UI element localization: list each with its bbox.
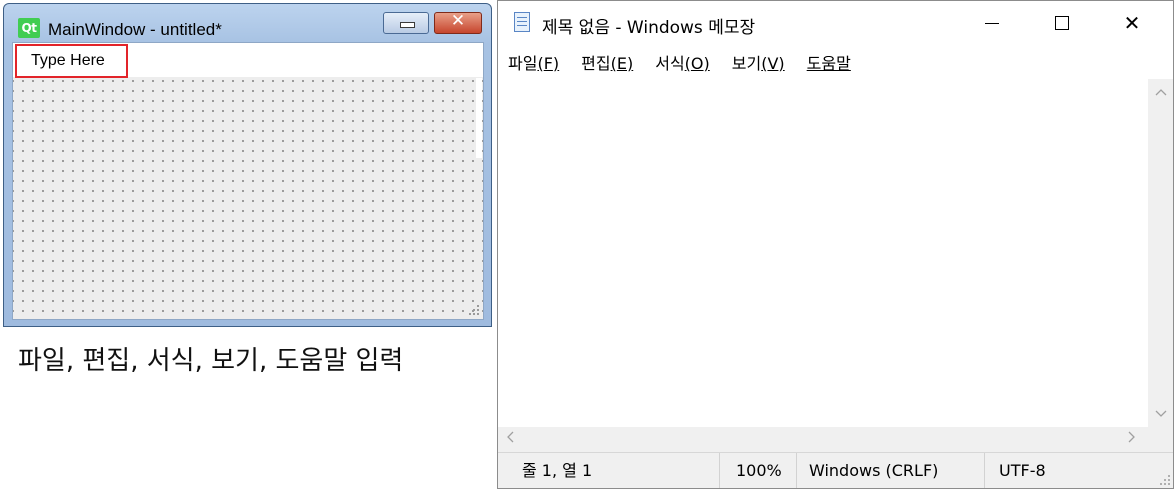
menu-help-label: 도움말: [806, 54, 851, 73]
status-encoding: UTF-8: [984, 453, 1144, 488]
scroll-right-arrow-icon[interactable]: [1128, 431, 1136, 447]
qt-title-bar[interactable]: Qt MainWindow - untitled* ✕: [4, 4, 491, 42]
minimize-icon: [985, 22, 999, 24]
notepad-close-button[interactable]: ✕: [1097, 1, 1167, 45]
menu-view[interactable]: 보기(V): [732, 50, 785, 74]
menu-file-label: 파일: [508, 54, 538, 73]
resize-grip-icon[interactable]: [1160, 475, 1170, 485]
scroll-left-arrow-icon[interactable]: [506, 431, 514, 447]
minimize-icon: [400, 22, 415, 28]
notepad-window: 제목 없음 - Windows 메모장 ✕ 파일(F) 편집(E) 서식(O) …: [497, 0, 1174, 489]
notepad-icon: [514, 12, 530, 32]
menu-edit-key-close: ): [626, 54, 634, 73]
menu-file-key-close: ): [552, 54, 560, 73]
menu-view-key-close: ): [778, 54, 785, 73]
status-bar: 줄 1, 열 1 100% Windows (CRLF) UTF-8: [498, 452, 1173, 488]
menu-help[interactable]: 도움말: [807, 50, 851, 74]
status-cursor-position: 줄 1, 열 1: [522, 461, 593, 480]
menu-file[interactable]: 파일(F): [508, 50, 559, 74]
menu-edit-label: 편집: [581, 54, 611, 73]
notepad-maximize-button[interactable]: [1027, 1, 1097, 45]
menu-view-accelerator: V: [767, 54, 779, 73]
vertical-scrollbar[interactable]: [1148, 79, 1173, 427]
close-icon: ✕: [1123, 11, 1141, 35]
qt-menubar: Type Here: [13, 43, 483, 78]
maximize-icon: [1055, 16, 1069, 30]
menu-format-key-close: ): [703, 54, 710, 73]
type-here-menu-placeholder[interactable]: Type Here: [15, 44, 128, 78]
close-icon: ✕: [450, 11, 466, 31]
qt-window-title: MainWindow - untitled*: [48, 20, 222, 39]
notepad-window-title: 제목 없음 - Windows 메모장: [542, 18, 756, 38]
notepad-title-bar[interactable]: 제목 없음 - Windows 메모장 ✕: [498, 1, 1173, 45]
menu-format-label: 서식: [655, 54, 685, 73]
notepad-minimize-button[interactable]: [957, 1, 1027, 45]
qt-form-canvas[interactable]: Type Here: [12, 42, 484, 320]
horizontal-scrollbar[interactable]: [498, 427, 1148, 452]
status-zoom: 100%: [719, 453, 796, 488]
menu-format[interactable]: 서식(O): [655, 50, 710, 74]
qt-close-button[interactable]: ✕: [434, 11, 482, 34]
menu-view-label: 보기: [731, 54, 762, 73]
scroll-down-arrow-icon[interactable]: [1148, 407, 1173, 421]
status-line-ending: Windows (CRLF): [796, 453, 984, 488]
qt-scrollbar-stub: [476, 78, 482, 158]
scrollbar-corner: [1148, 427, 1173, 452]
menu-edit[interactable]: 편집(E): [581, 50, 633, 74]
notepad-text-area[interactable]: [498, 79, 1148, 427]
qt-minimize-button[interactable]: [383, 12, 429, 34]
scroll-up-arrow-icon[interactable]: [1148, 85, 1173, 99]
menu-format-accelerator: O: [690, 54, 704, 73]
qt-mainwindow: Qt MainWindow - untitled* ✕ Type Here: [3, 3, 492, 327]
notepad-menubar: 파일(F) 편집(E) 서식(O) 보기(V) 도움말: [498, 45, 1173, 79]
resize-grip-icon[interactable]: [469, 305, 479, 315]
menu-file-accelerator: F: [543, 54, 553, 73]
instruction-caption: 파일, 편집, 서식, 보기, 도움말 입력: [18, 346, 404, 376]
qt-logo-icon: Qt: [18, 18, 40, 38]
menu-edit-accelerator: E: [616, 54, 627, 73]
